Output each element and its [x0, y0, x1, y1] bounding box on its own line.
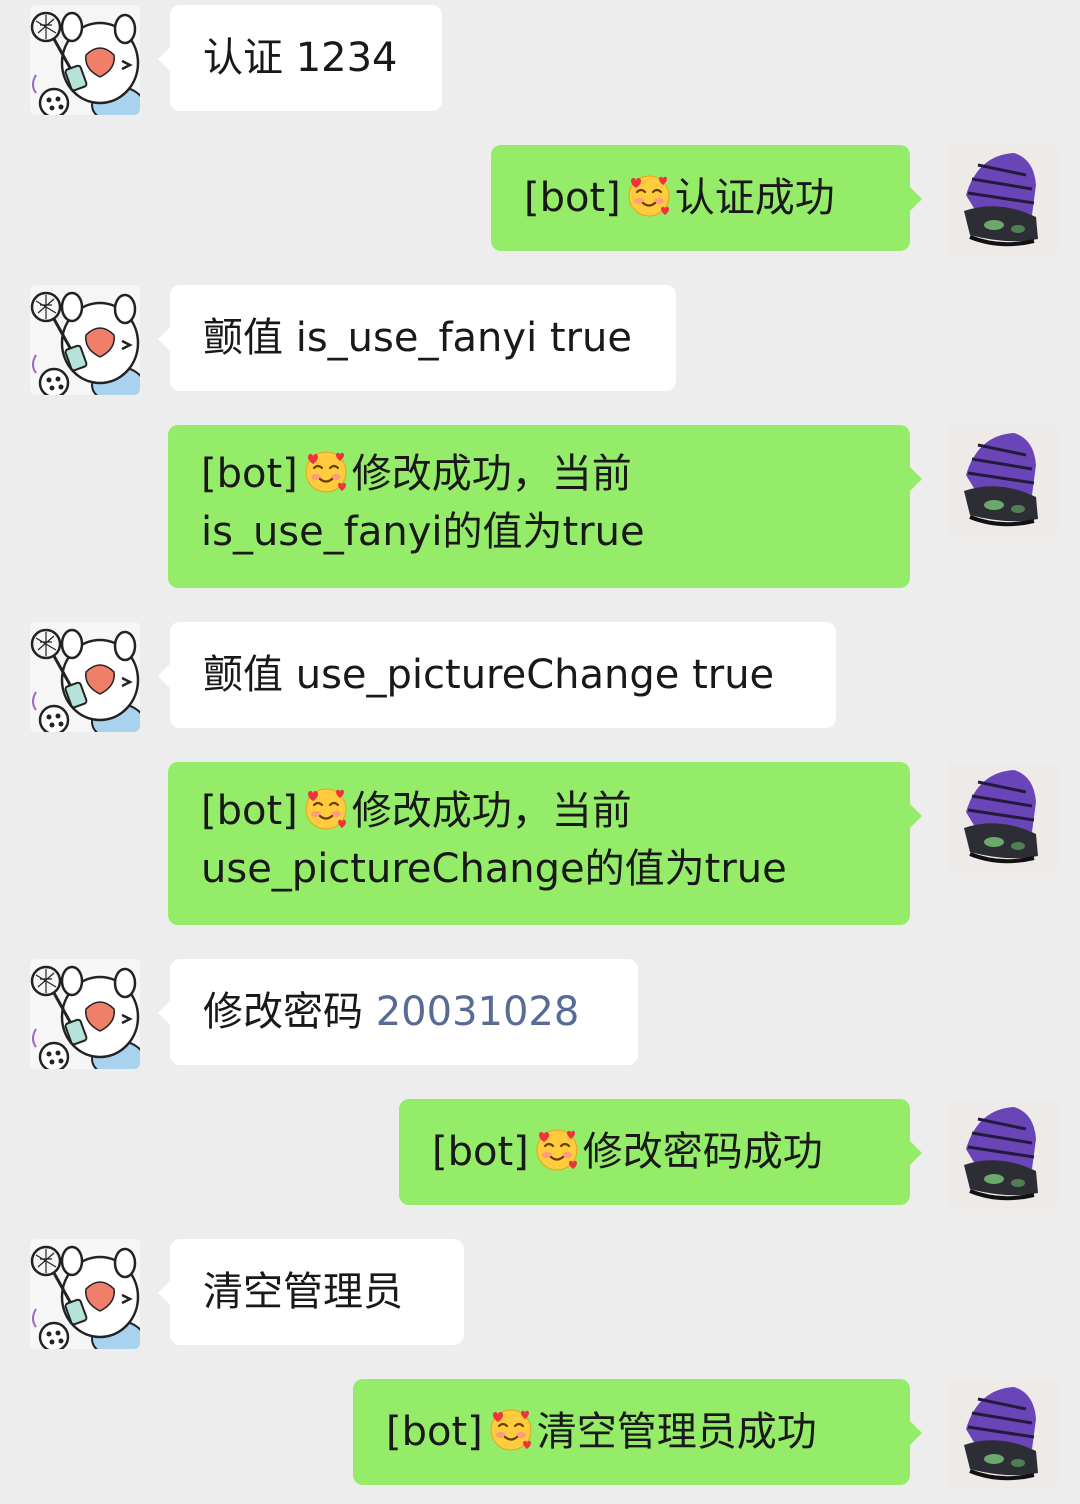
message-text: 认证成功 [674, 175, 835, 221]
my-avatar[interactable] [948, 145, 1058, 255]
message-text: 修改成功，当前 [351, 788, 632, 834]
cartoon-cat-avatar-icon [30, 5, 140, 115]
outgoing-message-bubble[interactable]: [bot] 修改密码成功 [399, 1099, 922, 1205]
outgoing-message-bubble[interactable]: [bot] 认证成功 [491, 145, 922, 251]
message-line-2: is_use_fanyi的值为true [201, 509, 645, 555]
message-line-2: use_pictureChange的值为true [201, 846, 787, 892]
message-text: 颤值 use_pictureChange true [203, 652, 775, 698]
smiling-face-with-hearts-emoji-icon [302, 447, 350, 495]
cartoon-cat-avatar-icon [30, 285, 140, 395]
message-text: 修改密码 [203, 989, 363, 1035]
purple-cap-avatar-icon [948, 1379, 1058, 1489]
incoming-message-bubble[interactable]: 清空管理员 [158, 1239, 464, 1345]
bot-prefix: [bot] [524, 175, 621, 221]
message-text: 认证 1234 [203, 35, 398, 81]
bot-prefix: [bot] [386, 1409, 483, 1455]
message-text: 清空管理员成功 [536, 1409, 817, 1455]
message-line-1: [bot] 修改成功，当前 [201, 445, 877, 503]
message-text: 清空管理员 [203, 1269, 403, 1315]
smiling-face-with-hearts-emoji-icon [533, 1125, 581, 1173]
contact-avatar[interactable] [30, 285, 140, 395]
purple-cap-avatar-icon [948, 145, 1058, 255]
outgoing-message-bubble[interactable]: [bot] 修改成功，当前 use_pictureChange的值为true [168, 762, 922, 925]
outgoing-message-bubble[interactable]: [bot] 清空管理员成功 [353, 1379, 922, 1485]
incoming-message-bubble[interactable]: 修改密码 20031028 [158, 959, 638, 1065]
incoming-message-bubble[interactable]: 颤值 is_use_fanyi true [158, 285, 676, 391]
outgoing-message-bubble[interactable]: [bot] 修改成功，当前 is_use_fanyi的值为true [168, 425, 922, 588]
purple-cap-avatar-icon [948, 425, 1058, 535]
smiling-face-with-hearts-emoji-icon [625, 171, 673, 219]
incoming-message-bubble[interactable]: 认证 1234 [158, 5, 442, 111]
my-avatar[interactable] [948, 762, 1058, 872]
cartoon-cat-avatar-icon [30, 959, 140, 1069]
bot-prefix: [bot] [432, 1129, 529, 1175]
bot-prefix: [bot] [201, 788, 298, 834]
smiling-face-with-hearts-emoji-icon [487, 1405, 535, 1453]
contact-avatar[interactable] [30, 1239, 140, 1349]
purple-cap-avatar-icon [948, 762, 1058, 872]
incoming-message-bubble[interactable]: 颤值 use_pictureChange true [158, 622, 836, 728]
cartoon-cat-avatar-icon [30, 622, 140, 732]
message-line-1: [bot] 修改成功，当前 [201, 782, 877, 840]
contact-avatar[interactable] [30, 959, 140, 1069]
message-text: 修改密码成功 [582, 1129, 823, 1175]
message-text: 颤值 is_use_fanyi true [203, 315, 633, 361]
contact-avatar[interactable] [30, 5, 140, 115]
contact-avatar[interactable] [30, 622, 140, 732]
my-avatar[interactable] [948, 425, 1058, 535]
phone-number-link[interactable]: 20031028 [376, 989, 580, 1035]
chat-thread: 认证 1234 [bot] 认证成功 颤值 is_use_fanyi true [… [0, 0, 1080, 1504]
cartoon-cat-avatar-icon [30, 1239, 140, 1349]
my-avatar[interactable] [948, 1379, 1058, 1489]
smiling-face-with-hearts-emoji-icon [302, 784, 350, 832]
message-text: 修改成功，当前 [351, 451, 632, 497]
bot-prefix: [bot] [201, 451, 298, 497]
my-avatar[interactable] [948, 1099, 1058, 1209]
purple-cap-avatar-icon [948, 1099, 1058, 1209]
